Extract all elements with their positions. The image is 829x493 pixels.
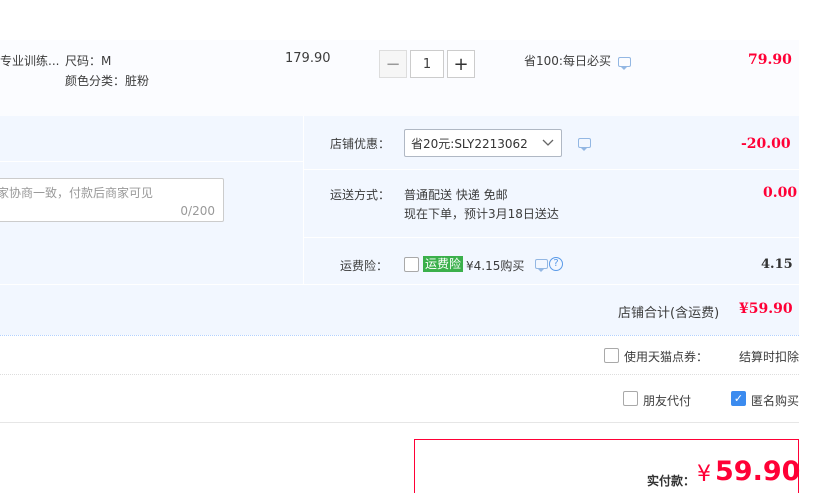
tmall-points-checkbox[interactable] (604, 348, 619, 363)
insurance-amount: 4.15 (761, 257, 793, 272)
item-title[interactable]: 专业训练... (0, 52, 59, 69)
anonymous-label: 匿名购买 (751, 394, 800, 408)
quantity-decrease-button[interactable]: − (379, 50, 407, 78)
insurance-label: 运费险： (340, 259, 389, 273)
payment-amount: 59.90 (715, 456, 801, 487)
shop-total-value: ¥59.90 (739, 301, 793, 317)
insurance-badge: 运费险 (423, 256, 464, 272)
shop-bottom-border (0, 335, 799, 336)
quantity-input[interactable]: 1 (410, 50, 444, 78)
coupon-label: 店铺优惠： (330, 137, 391, 151)
panel-divider-vertical (303, 116, 304, 284)
payment-summary-box: 实付款： ¥ 59.90 (414, 439, 801, 493)
coupon-select-value: 省20元:SLY2213062 (411, 136, 528, 151)
anonymous-checkbox[interactable]: ✓ (731, 391, 746, 406)
tmall-points-label: 使用天猫点券： (624, 350, 709, 364)
insurance-checkbox[interactable] (404, 257, 419, 272)
chevron-down-icon (542, 139, 554, 146)
shipping-label: 运送方式： (330, 188, 391, 202)
payment-currency: ¥ (697, 462, 711, 487)
friend-pay-checkbox[interactable] (623, 391, 638, 406)
panel-divider-left (0, 161, 303, 162)
seller-note-placeholder: 家协商一致，付款后商家可见 (0, 186, 154, 200)
coupon-chat-icon[interactable] (578, 138, 591, 151)
seller-note-count: 0/200 (180, 204, 215, 218)
panel-divider-3 (0, 284, 799, 285)
panel-divider-2 (304, 237, 799, 238)
coupon-select[interactable]: 省20元:SLY2213062 (404, 129, 562, 157)
tmall-points-value: 结算时扣除 (739, 350, 800, 364)
panel-divider-1 (304, 169, 799, 170)
payment-label: 实付款： (647, 474, 696, 488)
help-icon[interactable]: ? (549, 257, 563, 271)
insurance-chat-icon[interactable] (535, 259, 548, 272)
quantity-increase-button[interactable]: + (447, 50, 475, 78)
shipping-eta: 现在下单，预计3月18日送达 (404, 207, 559, 221)
item-size: 尺码：M (65, 54, 112, 68)
options-divider (0, 374, 799, 375)
shipping-method: 普通配送 快递 免邮 (404, 188, 508, 202)
item-promo: 省100:每日必买 (524, 54, 611, 68)
payment-divider (0, 422, 799, 423)
item-color: 颜色分类：脏粉 (65, 74, 150, 88)
item-subtotal: 79.90 (748, 52, 792, 68)
coupon-amount: -20.00 (741, 136, 791, 152)
shipping-amount: 0.00 (763, 185, 798, 201)
promo-chat-icon[interactable] (618, 57, 631, 70)
seller-note-input[interactable]: 家协商一致，付款后商家可见 0/200 (0, 178, 224, 222)
item-unit-price: 179.90 (285, 51, 331, 66)
shop-total-label: 店铺合计(含运费) (618, 306, 720, 321)
friend-pay-label: 朋友代付 (643, 394, 692, 408)
insurance-price: ¥4.15购买 (466, 259, 525, 273)
